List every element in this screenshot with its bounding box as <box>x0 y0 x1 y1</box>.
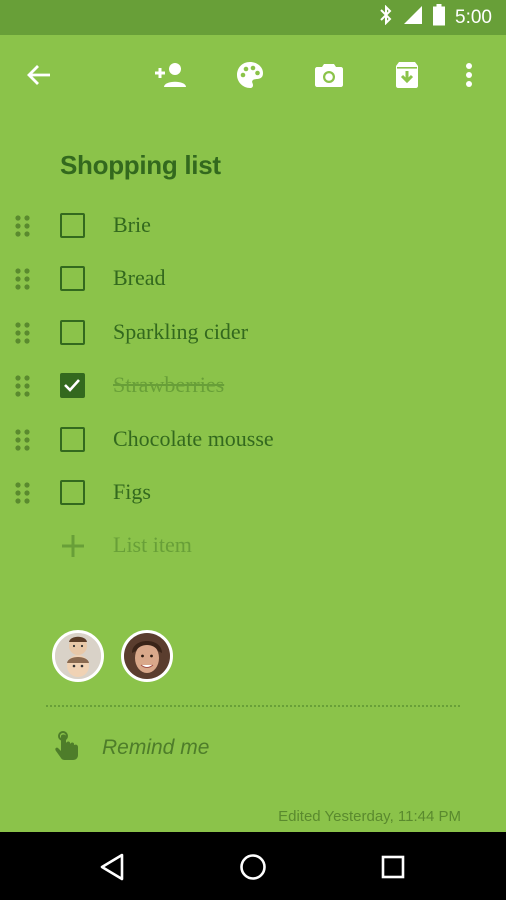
drag-handle-icon[interactable] <box>14 374 32 398</box>
navigation-bar <box>0 832 506 900</box>
checkbox[interactable] <box>60 426 85 452</box>
item-label[interactable]: Strawberries <box>113 371 224 399</box>
signal-icon <box>403 5 423 30</box>
reminder-hand-icon <box>52 730 80 766</box>
avatar[interactable] <box>121 630 173 682</box>
bluetooth-icon <box>379 4 393 30</box>
checkbox[interactable] <box>60 266 85 292</box>
checkbox[interactable] <box>60 213 85 238</box>
checkbox[interactable] <box>60 319 85 345</box>
toolbar <box>0 35 506 115</box>
item-label[interactable]: Figs <box>113 478 151 506</box>
list-item: Figs <box>0 466 506 519</box>
item-label[interactable]: Chocolate mousse <box>113 425 274 453</box>
battery-icon <box>433 4 446 31</box>
collaborators <box>52 630 173 682</box>
checkbox[interactable] <box>60 479 85 505</box>
add-item-placeholder: List item <box>113 532 192 557</box>
checklist: Brie Bread Sparkling cider Strawberries … <box>0 199 506 519</box>
avatar[interactable] <box>52 630 104 682</box>
edited-timestamp: Edited Yesterday, 11:44 PM <box>278 808 461 825</box>
divider <box>46 705 460 707</box>
checkbox-checked[interactable] <box>60 373 85 399</box>
camera-icon[interactable] <box>311 57 347 93</box>
drag-handle-icon[interactable] <box>14 428 32 452</box>
palette-icon[interactable] <box>232 57 268 93</box>
note-title[interactable]: Shopping list <box>60 150 221 181</box>
nav-home-icon[interactable] <box>236 850 270 884</box>
item-label[interactable]: Bread <box>113 264 166 292</box>
list-item: Bread <box>0 252 506 305</box>
status-bar: 5:00 <box>0 0 506 35</box>
drag-handle-icon[interactable] <box>14 214 32 238</box>
list-item: Chocolate mousse <box>0 413 506 466</box>
nav-back-icon[interactable] <box>95 850 129 884</box>
more-vert-icon[interactable] <box>451 57 487 93</box>
drag-handle-icon[interactable] <box>14 481 32 505</box>
nav-recents-icon[interactable] <box>376 850 410 884</box>
item-label[interactable]: Sparkling cider <box>113 318 248 346</box>
archive-icon[interactable] <box>389 57 425 93</box>
remind-me-button[interactable]: Remind me <box>52 728 209 768</box>
remind-me-label: Remind me <box>102 736 210 759</box>
add-list-item[interactable]: List item <box>0 520 506 572</box>
drag-handle-icon[interactable] <box>14 267 32 291</box>
drag-handle-icon[interactable] <box>14 321 32 345</box>
list-item: Sparkling cider <box>0 306 506 359</box>
status-time: 5:00 <box>455 6 492 28</box>
list-item: Brie <box>0 199 506 252</box>
item-label[interactable]: Brie <box>113 211 151 239</box>
back-arrow-icon[interactable] <box>21 57 57 93</box>
list-item: Strawberries <box>0 359 506 412</box>
plus-icon <box>60 533 86 559</box>
status-icons: 5:00 <box>379 0 492 35</box>
add-collaborator-icon[interactable] <box>153 57 189 93</box>
